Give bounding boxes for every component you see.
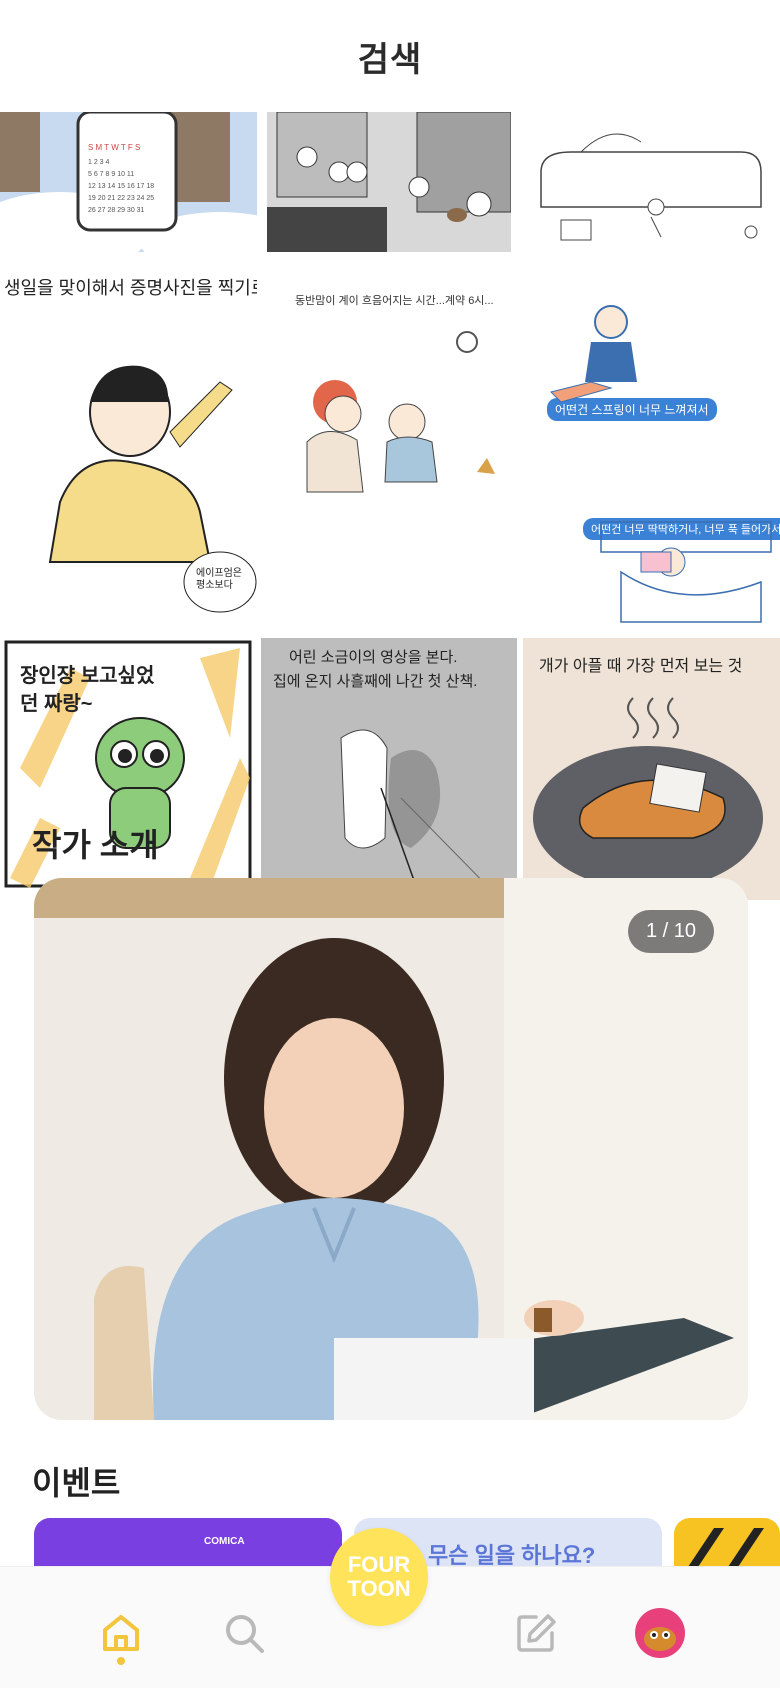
svg-text:S M T W T F S: S M T W T F S <box>88 143 140 152</box>
fab-label-line1: FOUR <box>347 1552 411 1577</box>
photo-counter: 1 / 10 <box>627 910 714 953</box>
svg-text:12 13 14 15 16 17 18: 12 13 14 15 16 17 18 <box>88 183 154 190</box>
svg-text:5 6 7 8 9 10 11: 5 6 7 8 9 10 11 <box>88 171 134 178</box>
page-title: 검색 <box>357 40 423 79</box>
search-icon <box>226 1615 264 1653</box>
grid-tile-sick-dog-comic[interactable]: 개가 아플 때 가장 먼저 보는 것 <box>523 638 780 900</box>
svg-text:평소보다: 평소보다 <box>196 579 233 591</box>
nav-write[interactable] <box>504 1601 568 1665</box>
event-card-1-brand: COMICA <box>204 1536 245 1547</box>
profile-avatar <box>635 1608 685 1658</box>
home-icon <box>103 1615 139 1651</box>
grid-tile-sofa-sketch-comic[interactable] <box>521 112 780 252</box>
nav-home[interactable] <box>89 1601 153 1665</box>
top-bar: 검색 <box>0 0 780 112</box>
nav-search[interactable] <box>212 1601 276 1665</box>
svg-text:19 20 21 22 23 24 25: 19 20 21 22 23 24 25 <box>88 195 154 202</box>
grid-tile-city-people-comic[interactable] <box>267 112 511 252</box>
events-section-title: 이벤트 <box>32 1465 121 1501</box>
fab-label-line2: TOON <box>347 1576 411 1601</box>
svg-text:1 2 3 4: 1 2 3 4 <box>88 159 110 166</box>
dino-caption: 장인쟝 보고싶었던 짜랑~ <box>20 665 155 715</box>
author-photo <box>34 878 748 1420</box>
svg-text:에이프엄은: 에이프엄은 <box>196 567 242 579</box>
fourtoon-create-button[interactable]: FOUR TOON <box>330 1528 428 1626</box>
grid-tile-baby-comic[interactable]: 동반맘이 계이 흐음어지는 시간...계약 6시... <box>267 262 511 628</box>
edit-icon <box>517 1614 556 1652</box>
svg-text:26 27 28 29 30 31: 26 27 28 29 30 31 <box>88 207 145 214</box>
active-tab-indicator <box>117 1657 125 1665</box>
nav-profile[interactable] <box>628 1601 692 1665</box>
grid-tile-spring-comic[interactable]: 어떤건 스프링이 너무 느껴져서 어떤건 너무 딱딱하거나, 너무 푹 들어가서… <box>521 262 780 628</box>
grid-tile-calendar-comic[interactable]: S M T W T F S 1 2 3 4 5 6 7 8 9 10 11 12 1… <box>0 112 257 252</box>
grid-tile-id-photo-comic[interactable]: 생일을 맞이해서 증명사진을 찍기로 했다. 에이프엄은 평소보다 <box>0 262 257 628</box>
author-photo-card[interactable]: 1 / 10 <box>34 878 748 1420</box>
grid-tile-dog-walk-comic[interactable]: 어린 소금이의 영상을 본다. 집에 온지 사흘째에 나간 첫 산책. <box>261 638 517 900</box>
author-section-title: 작가 소개 <box>32 827 159 863</box>
